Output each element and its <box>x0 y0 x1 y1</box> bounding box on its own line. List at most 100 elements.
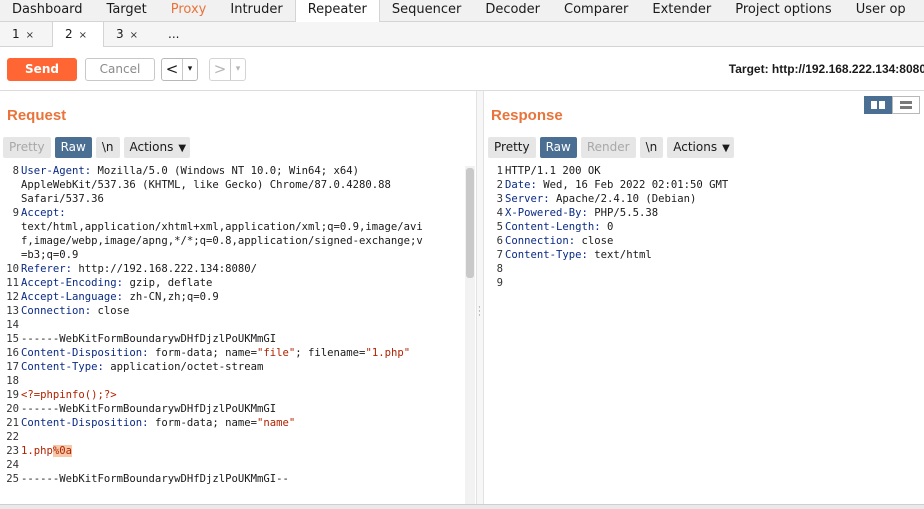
editor-line: Referer: http://192.168.222.134:8080/ <box>21 263 257 275</box>
chevron-down-icon[interactable]: ▾ <box>230 59 245 80</box>
tab-decoder[interactable]: Decoder <box>473 0 552 22</box>
line-text: http://192.168.222.134:8080/ <box>72 263 257 275</box>
line-text: ; filename= <box>295 347 366 359</box>
header-name: Content-Length: <box>505 221 601 233</box>
header-name: Content-Disposition: <box>21 417 149 429</box>
tab-comparer[interactable]: Comparer <box>552 0 640 22</box>
line-text: "name" <box>257 417 296 429</box>
editor-line: Content-Disposition: form-data; name="na… <box>21 417 295 429</box>
tab-extender[interactable]: Extender <box>640 0 723 22</box>
line-text: "1.php" <box>365 347 411 359</box>
actions-dropdown[interactable]: Actions ▼ <box>123 137 191 158</box>
response-view-buttons: Pretty Raw Render \n Actions ▼ <box>488 137 734 158</box>
forward-arrow-icon[interactable]: > <box>210 59 230 80</box>
pretty-button[interactable]: Pretty <box>488 137 536 158</box>
editor-line: Accept-Encoding: gzip, deflate <box>21 277 212 289</box>
editor-line: Content-Length: 0 <box>505 221 613 233</box>
editor-line: HTTP/1.1 200 OK <box>505 165 601 177</box>
close-icon[interactable]: × <box>79 30 87 41</box>
close-icon[interactable]: × <box>130 30 138 41</box>
newline-toggle-button[interactable]: \n <box>639 137 664 158</box>
line-text: AppleWebKit/537.36 (KHTML, like Gecko) C… <box>21 179 391 191</box>
tab-target[interactable]: Target <box>95 0 159 22</box>
editor-line: Connection: close <box>21 305 129 317</box>
tool-tab-bar: Dashboard Target Proxy Intruder Repeater… <box>0 0 924 23</box>
editor-line: ------WebKitFormBoundarywDHfDjzlPoUKMmGI <box>21 333 276 345</box>
render-button[interactable]: Render <box>580 137 636 158</box>
line-text: Safari/537.36 <box>21 193 104 205</box>
newline-toggle-button[interactable]: \n <box>95 137 120 158</box>
line-number: 18 <box>6 375 19 387</box>
tab-user-options[interactable]: User op <box>844 0 918 22</box>
header-name: Referer: <box>21 263 73 275</box>
repeater-tab-2[interactable]: 2 × <box>52 22 104 48</box>
chevron-down-icon[interactable]: ▾ <box>182 59 197 80</box>
raw-button[interactable]: Raw <box>539 137 577 158</box>
editor-line: 1.php%0a <box>21 445 73 457</box>
header-name: User-Agent: <box>21 165 92 177</box>
line-text: form-data; name= <box>148 417 257 429</box>
header-name: Accept-Language: <box>21 291 124 303</box>
repeater-tab-1[interactable]: 1 × <box>0 22 52 47</box>
chevron-down-icon: ▼ <box>178 143 187 154</box>
drag-handle-icon[interactable]: · · · <box>478 304 481 321</box>
editor-line: Safari/537.36 <box>21 193 104 205</box>
side-by-side-layout-icon[interactable] <box>864 96 892 114</box>
tab-dashboard[interactable]: Dashboard <box>0 0 95 22</box>
close-icon[interactable]: × <box>26 30 34 41</box>
request-editor[interactable]: 8 User-Agent: Mozilla/5.0 (Windows NT 10.… <box>0 162 465 504</box>
line-number: 7 <box>496 249 503 261</box>
repeater-tab-label: 3 <box>116 27 124 41</box>
send-button[interactable]: Send <box>7 58 77 81</box>
line-number: 12 <box>6 291 19 303</box>
tab-sequencer[interactable]: Sequencer <box>380 0 473 22</box>
line-number: 9 <box>12 207 19 219</box>
tab-intruder[interactable]: Intruder <box>218 0 294 22</box>
stacked-layout-icon[interactable] <box>892 96 920 114</box>
actions-label: Actions <box>673 140 718 154</box>
editor-line: AppleWebKit/537.36 (KHTML, like Gecko) C… <box>21 179 391 191</box>
editor-line: =b3;q=0.9 <box>21 249 78 261</box>
repeater-tab-more[interactable]: ... <box>156 22 208 47</box>
line-text: <?=phpinfo();?> <box>21 389 117 401</box>
line-number: 10 <box>6 263 19 275</box>
request-scroll-thumb[interactable] <box>466 168 474 278</box>
line-number: 6 <box>496 235 503 247</box>
header-name: Content-Type: <box>21 361 104 373</box>
header-name: Connection: <box>505 235 576 247</box>
editor-line: Content-Type: text/html <box>505 249 652 261</box>
line-text: zh-CN,zh;q=0.9 <box>123 291 219 303</box>
tab-project-options[interactable]: Project options <box>723 0 844 22</box>
repeater-tab-label: 2 <box>65 27 73 41</box>
line-number: 14 <box>6 319 19 331</box>
line-text: close <box>91 305 130 317</box>
actions-dropdown[interactable]: Actions ▼ <box>667 137 734 158</box>
raw-button[interactable]: Raw <box>54 137 92 158</box>
line-text: close <box>575 235 614 247</box>
search-bar-strip <box>0 504 924 509</box>
response-editor[interactable]: 1 HTTP/1.1 200 OK 2 Date: Wed, 16 Feb 2022 … <box>484 162 924 504</box>
pretty-button[interactable]: Pretty <box>3 137 51 158</box>
chevron-down-icon: ▼ <box>722 143 730 154</box>
repeater-tab-label: 1 <box>12 27 20 41</box>
back-arrow-icon[interactable]: < <box>162 59 182 80</box>
history-forward-group: > ▾ <box>209 58 246 81</box>
tab-proxy[interactable]: Proxy <box>159 0 219 22</box>
editor-line: X-Powered-By: PHP/5.5.38 <box>505 207 658 219</box>
editor-line: Accept: <box>21 207 66 219</box>
cancel-button[interactable]: Cancel <box>85 58 155 81</box>
repeater-tab-label: ... <box>168 27 180 41</box>
line-number: 11 <box>6 277 19 289</box>
pane-divider[interactable] <box>476 91 484 509</box>
line-text: text/html,application/xhtml+xml,applicat… <box>21 221 423 233</box>
line-text: ------WebKitFormBoundarywDHfDjzlPoUKMmGI <box>21 403 277 415</box>
target-label[interactable]: Target: http://192.168.222.134:8080 <box>729 62 924 76</box>
line-text: HTTP/1.1 200 OK <box>505 165 601 177</box>
editor-line: ------WebKitFormBoundarywDHfDjzlPoUKMmGI… <box>21 473 289 485</box>
tab-repeater[interactable]: Repeater <box>294 0 380 23</box>
line-text: Mozilla/5.0 (Windows NT 10.0; Win64; x64… <box>91 165 360 177</box>
line-number: 13 <box>6 305 19 317</box>
actions-label: Actions <box>129 140 174 154</box>
line-number: 5 <box>496 221 503 233</box>
repeater-tab-3[interactable]: 3 × <box>104 22 156 47</box>
